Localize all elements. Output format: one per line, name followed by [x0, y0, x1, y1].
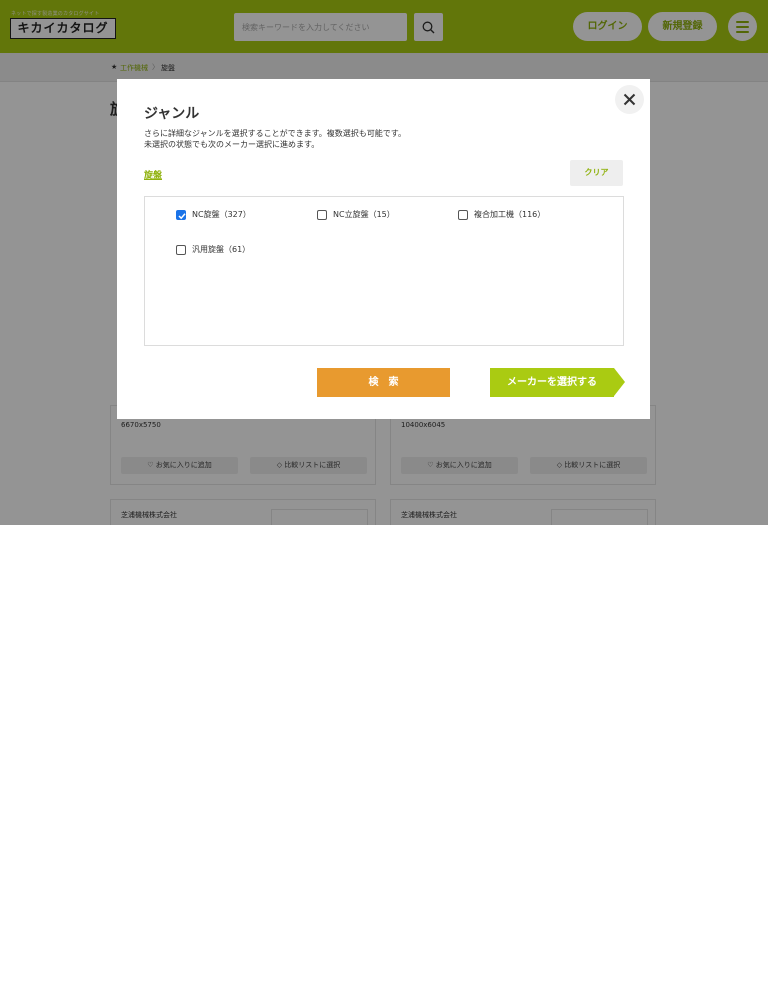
close-button[interactable]	[615, 85, 644, 114]
check-icon	[178, 213, 186, 220]
clear-button[interactable]: クリア	[570, 160, 623, 186]
current-genre-link[interactable]: 旋盤	[144, 168, 162, 181]
modal-description-line-1: さらに詳細なジャンルを選択することができます。複数選択も可能です。	[144, 129, 406, 138]
checkbox-checked[interactable]	[176, 210, 186, 220]
checkbox[interactable]	[317, 210, 327, 220]
checkbox[interactable]	[458, 210, 468, 220]
search-submit-button[interactable]: 検 索	[317, 368, 450, 397]
modal-title: ジャンル	[144, 106, 200, 122]
genre-options-box: NC旋盤（327） NC立旋盤（15） 複合加工機（116） 汎用旋盤（61）	[144, 196, 624, 346]
modal-description-line-2: 未選択の状態でも次のメーカー選択に進めます。	[144, 140, 320, 149]
genre-option-label: 複合加工機（116）	[474, 210, 546, 219]
select-maker-button[interactable]: メーカーを選択する	[490, 368, 614, 397]
genre-option-label: NC立旋盤（15）	[333, 210, 395, 219]
genre-option-label: NC旋盤（327）	[192, 210, 251, 219]
genre-option-label: 汎用旋盤（61）	[192, 245, 251, 254]
checkbox[interactable]	[176, 245, 186, 255]
close-icon	[623, 93, 636, 106]
genre-modal: ジャンル さらに詳細なジャンルを選択することができます。複数選択も可能です。 未…	[117, 79, 650, 419]
select-maker-arrow[interactable]	[614, 368, 625, 396]
page: ネットで探す製造業のカタログサイト キカイカタログ ログイン 新規登録 ★ 工作…	[0, 0, 768, 525]
